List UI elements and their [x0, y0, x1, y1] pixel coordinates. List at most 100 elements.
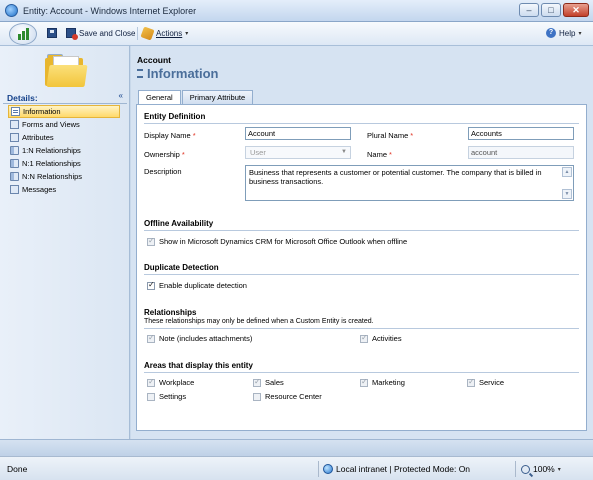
- sidebar-item-attributes[interactable]: Attributes: [8, 131, 128, 144]
- checkbox-icon: [147, 392, 155, 401]
- page-title-text: Information: [147, 66, 219, 81]
- checkbox-icon: [360, 377, 368, 387]
- footer-strip: [0, 439, 593, 456]
- globe-icon: [323, 464, 333, 474]
- collapse-icon[interactable]: «: [119, 91, 123, 100]
- entity-name: Account: [137, 55, 171, 65]
- resource-center-label: Resource Center: [265, 392, 322, 401]
- marketing-label: Marketing: [372, 378, 405, 387]
- details-label: Details:: [7, 93, 38, 103]
- checkbox-icon: [253, 392, 261, 401]
- checkbox-icon: [147, 377, 155, 387]
- checkbox-icon: [253, 377, 261, 387]
- minimize-button[interactable]: –: [519, 3, 539, 17]
- resource-center-checkbox[interactable]: Resource Center: [253, 392, 322, 401]
- section-title-offline: Offline Availability: [144, 219, 214, 228]
- information-icon: [11, 107, 20, 116]
- service-label: Service: [479, 378, 505, 387]
- sidebar-item-nn-relationships[interactable]: N:N Relationships: [8, 170, 128, 183]
- sidebar-item-information[interactable]: Information: [8, 105, 120, 118]
- messages-icon: [10, 185, 19, 194]
- display-name-field[interactable]: [245, 127, 351, 140]
- plural-name-label: Plural Name *: [367, 131, 413, 140]
- section-divider: [144, 372, 579, 373]
- sales-checkbox[interactable]: Sales: [253, 377, 284, 387]
- required-marker: *: [410, 131, 414, 140]
- sidebar-item-forms-and-views[interactable]: Forms and Views: [8, 118, 128, 131]
- offline-checkbox[interactable]: Show in Microsoft Dynamics CRM for Micro…: [147, 236, 407, 246]
- internet-explorer-icon: [5, 4, 18, 17]
- ownership-select[interactable]: User ▼: [245, 146, 351, 159]
- sidebar-item-label: Information: [23, 107, 61, 116]
- maximize-button[interactable]: □: [541, 3, 561, 17]
- description-label: Description: [144, 167, 182, 176]
- note-checkbox[interactable]: Note (includes attachments): [147, 333, 253, 343]
- left-navigation: Details: « Information Forms and Views A…: [0, 46, 130, 439]
- scroll-down-icon[interactable]: ▼: [562, 189, 572, 199]
- close-button[interactable]: ✕: [563, 3, 589, 17]
- checkbox-icon: [467, 377, 475, 387]
- zoom-control[interactable]: 100% ▾: [521, 464, 561, 474]
- marketing-checkbox[interactable]: Marketing: [360, 377, 405, 387]
- checkbox-icon: [147, 280, 155, 290]
- actions-menu[interactable]: Actions ▾: [140, 26, 189, 41]
- help-icon: ?: [546, 28, 556, 38]
- settings-label: Settings: [159, 392, 187, 401]
- save-and-close-button[interactable]: Save and Close: [66, 28, 136, 40]
- section-divider: [144, 328, 579, 329]
- sidebar-item-label: N:N Relationships: [22, 172, 83, 181]
- required-marker: *: [192, 131, 196, 140]
- note-checkbox-label: Note (includes attachments): [159, 334, 253, 343]
- section-divider: [144, 274, 579, 275]
- security-zone-label: Local intranet | Protected Mode: On: [336, 464, 471, 474]
- attributes-icon: [10, 133, 19, 142]
- title-marker: [137, 69, 143, 78]
- description-field[interactable]: Business that represents a customer or p…: [245, 165, 574, 201]
- security-zone[interactable]: Local intranet | Protected Mode: On: [323, 464, 470, 474]
- activities-checkbox[interactable]: Activities: [360, 333, 402, 343]
- sales-label: Sales: [265, 378, 284, 387]
- duplicate-detection-checkbox[interactable]: Enable duplicate detection: [147, 280, 247, 290]
- plural-name-label-text: Plural Name: [367, 131, 409, 140]
- status-separator: [318, 461, 319, 477]
- window-title: Entity: Account - Windows Internet Explo…: [23, 6, 197, 16]
- workplace-checkbox[interactable]: Workplace: [147, 377, 194, 387]
- chevron-down-icon: ▾: [185, 31, 189, 37]
- save-and-close-icon: [66, 28, 78, 40]
- scroll-up-icon[interactable]: ▲: [562, 167, 572, 177]
- required-marker: *: [389, 150, 392, 159]
- description-scrollbar[interactable]: ▲ ▼: [562, 167, 572, 199]
- display-name-label: Display Name *: [144, 131, 196, 140]
- sidebar-item-messages[interactable]: Messages: [8, 183, 128, 196]
- sidebar-item-label: N:1 Relationships: [22, 159, 81, 168]
- help-label: Help: [559, 28, 576, 38]
- actions-icon: [140, 26, 155, 41]
- save-and-close-label: Save and Close: [79, 28, 136, 38]
- relationship-icon: [10, 172, 19, 181]
- section-title-areas: Areas that display this entity: [144, 361, 253, 370]
- help-menu[interactable]: ? Help ▾: [546, 28, 581, 38]
- checkbox-icon: [147, 236, 155, 246]
- tab-general[interactable]: General: [138, 90, 181, 105]
- section-title-entity-definition: Entity Definition: [144, 112, 206, 121]
- sidebar-item-label: Messages: [22, 185, 57, 194]
- form-panel: Entity Definition Display Name* Plural N…: [136, 104, 587, 431]
- plural-name-field[interactable]: [468, 127, 574, 140]
- tab-primary-attribute[interactable]: Primary Attribute: [181, 90, 254, 104]
- sidebar-item-n1-relationships[interactable]: N:1 Relationships: [8, 157, 128, 170]
- sidebar-item-label: Forms and Views: [22, 120, 80, 129]
- service-checkbox[interactable]: Service: [467, 377, 505, 387]
- save-button[interactable]: [47, 28, 57, 38]
- status-separator: [515, 461, 516, 477]
- details-header: Details: «: [3, 91, 127, 104]
- crm-logo-icon: [9, 23, 37, 45]
- settings-checkbox[interactable]: Settings: [147, 392, 186, 401]
- folder-front: [46, 65, 88, 87]
- name-field[interactable]: [468, 146, 574, 159]
- sidebar-item-1n-relationships[interactable]: 1:N Relationships: [8, 144, 128, 157]
- details-nav-list: Information Forms and Views Attributes 1…: [8, 105, 128, 196]
- window-title-bar: Entity: Account - Windows Internet Explo…: [0, 0, 593, 22]
- logo-bar: [18, 34, 21, 40]
- relationship-icon: [10, 146, 19, 155]
- name-label-text: Name: [367, 150, 388, 159]
